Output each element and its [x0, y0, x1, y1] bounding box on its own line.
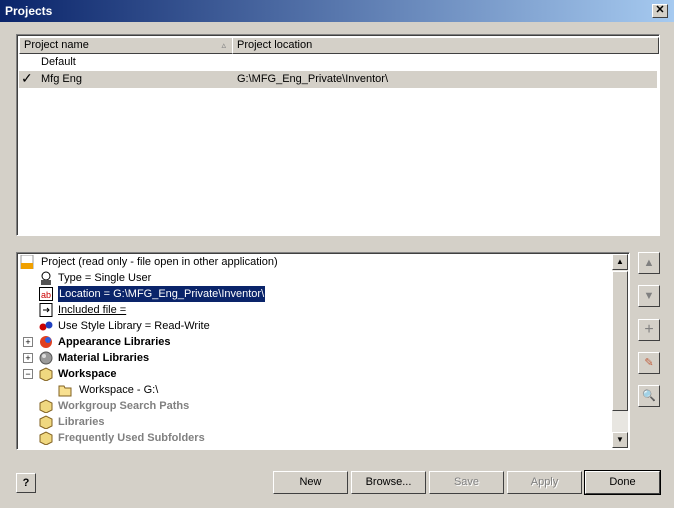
included-file-icon	[39, 303, 53, 317]
tree-label: Libraries	[58, 416, 105, 428]
column-project-name[interactable]: Project name ▵	[19, 37, 233, 54]
project-settings-tree[interactable]: Project (read only - file open in other …	[16, 252, 630, 450]
tree-label: Workspace - G:\	[79, 384, 159, 396]
window-title: Projects	[5, 4, 53, 18]
tree-label: Type = Single User	[58, 272, 152, 284]
move-up-button[interactable]: ▲	[638, 252, 660, 274]
subfolders-icon	[39, 431, 53, 445]
edit-button[interactable]: ✎	[638, 352, 660, 374]
help-button[interactable]: ?	[16, 473, 36, 493]
tree-label: Use Style Library = Read-Write	[58, 320, 210, 332]
folder-icon	[58, 385, 72, 397]
collapse-icon[interactable]: −	[23, 369, 33, 379]
workspace-icon	[39, 367, 53, 381]
title-bar: Projects ✕	[0, 0, 674, 22]
new-button[interactable]: New	[273, 471, 348, 494]
browse-button[interactable]: Browse...	[351, 471, 426, 494]
svg-text:ab: ab	[41, 290, 51, 300]
add-path-button[interactable]: +	[638, 319, 660, 341]
scroll-thumb[interactable]	[612, 271, 628, 411]
done-button[interactable]: Done	[584, 470, 661, 495]
material-icon	[39, 351, 53, 365]
tree-label: Project (read only - file open in other …	[41, 256, 278, 268]
appearance-icon	[40, 336, 52, 348]
style-library-icon	[39, 321, 53, 331]
project-file-icon	[20, 255, 34, 269]
expand-icon[interactable]: +	[23, 337, 33, 347]
project-row-default[interactable]: Default	[19, 54, 657, 71]
tree-label: Frequently Used Subfolders	[58, 432, 205, 444]
close-button[interactable]: ✕	[652, 4, 668, 18]
column-label: Project location	[237, 39, 313, 51]
tree-scrollbar[interactable]: ▲ ▼	[612, 254, 628, 448]
libraries-icon	[39, 415, 53, 429]
project-name: Default	[41, 56, 76, 68]
user-icon	[41, 271, 51, 285]
search-paths-icon	[39, 399, 53, 413]
tree-label: Appearance Libraries	[58, 336, 171, 348]
tree-label: Workgroup Search Paths	[58, 400, 190, 412]
column-project-location[interactable]: Project location	[232, 37, 659, 54]
expand-icon[interactable]: +	[23, 353, 33, 363]
scroll-down-button[interactable]: ▼	[612, 432, 628, 448]
tree-label: Workspace	[58, 368, 117, 380]
column-label: Project name	[24, 39, 89, 51]
move-down-button[interactable]: ▼	[638, 285, 660, 307]
project-location: G:\MFG_Eng_Private\Inventor\	[237, 73, 389, 85]
scroll-up-button[interactable]: ▲	[612, 254, 628, 270]
tree-label: Location = G:\MFG_Eng_Private\Inventor\	[56, 285, 267, 303]
save-button[interactable]: Save	[429, 471, 504, 494]
text-field-icon: ab	[39, 287, 53, 301]
active-check-icon: ✓	[21, 70, 33, 86]
project-row-mfg-eng[interactable]: ✓ Mfg Eng G:\MFG_Eng_Private\Inventor\	[19, 70, 657, 88]
tree-label: Included file =	[58, 304, 127, 316]
project-name: Mfg Eng	[41, 73, 82, 85]
tree-label: Material Libraries	[58, 352, 150, 364]
apply-button[interactable]: Apply	[507, 471, 582, 494]
find-button[interactable]: 🔍	[638, 385, 660, 407]
list-header: Project name ▵ Project location	[19, 37, 659, 54]
sort-ascending-icon: ▵	[221, 40, 226, 50]
projects-list[interactable]: Project name ▵ Project location Default …	[16, 34, 660, 236]
